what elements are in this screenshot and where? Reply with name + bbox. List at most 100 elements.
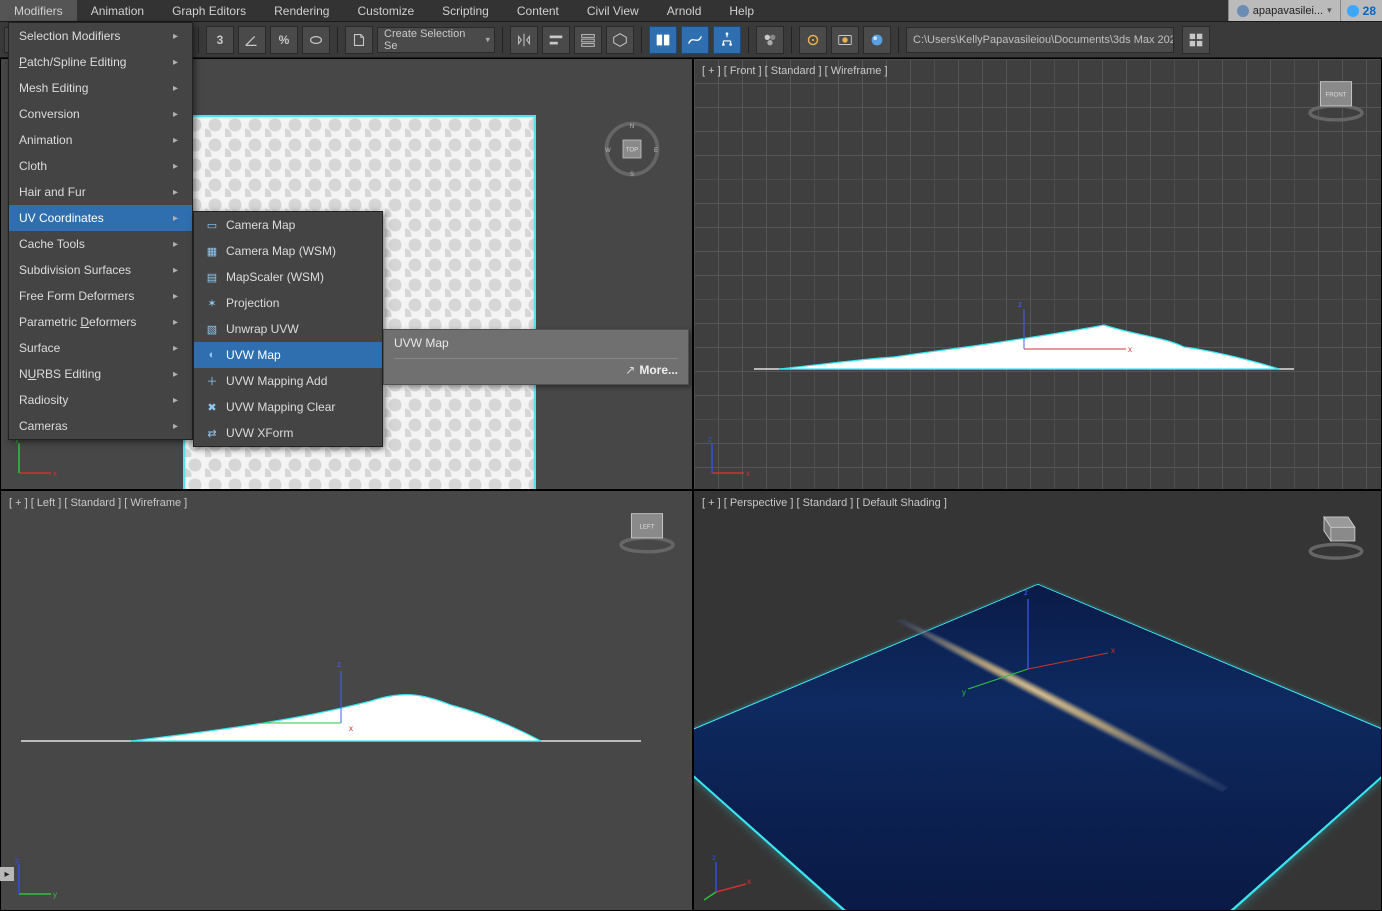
svg-text:S: S (630, 172, 634, 178)
toggle-ribbon-icon[interactable] (649, 26, 677, 54)
menu-arnold[interactable]: Arnold (653, 0, 716, 21)
align-icon[interactable] (542, 26, 570, 54)
viewport-label-left[interactable]: [ + ] [ Left ] [ Standard ] [ Wireframe … (9, 497, 187, 509)
named-set-edit-icon[interactable] (345, 26, 373, 54)
selection-set-dropdown[interactable]: Create Selection Se (377, 27, 495, 53)
viewport-label-perspective[interactable]: [ + ] [ Perspective ] [ Standard ] [ Def… (702, 497, 947, 509)
tooltip-more-link[interactable]: More... (394, 363, 678, 377)
rendered-frame-icon[interactable] (831, 26, 859, 54)
modifiers-item-10[interactable]: Free Form Deformers▸ (9, 283, 192, 309)
modifiers-item-1[interactable]: Patch/Spline Editing▸ (9, 49, 192, 75)
notification-count: 28 (1363, 4, 1376, 18)
modifier-icon: ▦ (204, 243, 220, 259)
modifier-icon: ✶ (204, 295, 220, 311)
uv-item-uvw-xform[interactable]: ⇄UVW XForm (194, 420, 382, 446)
modifiers-item-14[interactable]: Radiosity▸ (9, 387, 192, 413)
modifiers-item-9[interactable]: Subdivision Surfaces▸ (9, 257, 192, 283)
svg-text:z: z (708, 435, 712, 444)
menu-animation[interactable]: Animation (77, 0, 158, 21)
modifiers-item-8[interactable]: Cache Tools▸ (9, 231, 192, 257)
viewcube-left[interactable]: LEFT (612, 505, 672, 565)
angle-snap-icon[interactable] (238, 26, 266, 54)
spinner-snap-icon[interactable] (302, 26, 330, 54)
render-icon[interactable] (863, 26, 891, 54)
uv-item-label: UVW XForm (226, 426, 368, 440)
svg-text:y: y (53, 890, 57, 899)
viewcube-perspective[interactable] (1301, 505, 1361, 565)
modifiers-item-2[interactable]: Mesh Editing▸ (9, 75, 192, 101)
svg-text:z: z (337, 660, 341, 669)
viewport-grid: x y TOP N E S W x y [ + ] [ Front ] [ St… (0, 58, 1382, 911)
modifiers-item-3[interactable]: Conversion▸ (9, 101, 192, 127)
svg-text:z: z (1024, 588, 1028, 597)
material-editor-icon[interactable] (756, 26, 784, 54)
svg-text:x: x (1111, 646, 1115, 655)
user-account-button[interactable]: apapavasilei... ▾ (1228, 0, 1340, 21)
uv-item-camera-map[interactable]: ▭Camera Map (194, 212, 382, 238)
menu-customize[interactable]: Customize (343, 0, 428, 21)
uv-item-label: Camera Map (226, 218, 368, 232)
uv-item-unwrap-uvw[interactable]: ▧Unwrap UVW (194, 316, 382, 342)
modifiers-item-4[interactable]: Animation▸ (9, 127, 192, 153)
viewport-left[interactable]: [ + ] [ Left ] [ Standard ] [ Wireframe … (0, 490, 693, 911)
notification-counter[interactable]: 28 (1340, 0, 1382, 21)
uv-item-uvw-mapping-clear[interactable]: ✖UVW Mapping Clear (194, 394, 382, 420)
modifiers-item-13[interactable]: NURBS Editing▸ (9, 361, 192, 387)
modifiers-item-6[interactable]: Hair and Fur▸ (9, 179, 192, 205)
uvw-map-tooltip: UVW Map More... (383, 329, 689, 385)
uv-item-uvw-mapping-add[interactable]: ＋UVW Mapping Add (194, 368, 382, 394)
svg-text:z: z (712, 854, 716, 862)
workspace-icon[interactable] (1182, 26, 1210, 54)
project-path[interactable]: C:\Users\KellyPapavasileiou\Documents\3d… (906, 27, 1174, 53)
svg-text:FRONT: FRONT (1326, 92, 1347, 98)
uv-item-label: UVW Mapping Add (226, 374, 368, 388)
modifiers-item-11[interactable]: Parametric Deformers▸ (9, 309, 192, 335)
modifiers-item-15[interactable]: Cameras▸ (9, 413, 192, 439)
menu-help[interactable]: Help (715, 0, 768, 21)
modifiers-item-5[interactable]: Cloth▸ (9, 153, 192, 179)
mirror-icon[interactable] (510, 26, 538, 54)
avatar-icon (1237, 5, 1249, 17)
curve-editor-icon[interactable] (681, 26, 709, 54)
uv-item-label: Camera Map (WSM) (226, 244, 368, 258)
axis-tripod-front: x z (704, 433, 752, 481)
percent-snap-icon[interactable]: % (270, 26, 298, 54)
menu-content[interactable]: Content (503, 0, 573, 21)
uv-item-projection[interactable]: ✶ Projection (194, 290, 382, 316)
menu-rendering[interactable]: Rendering (260, 0, 343, 21)
menu-civil-view[interactable]: Civil View (573, 0, 653, 21)
svg-text:TOP: TOP (626, 147, 638, 153)
uv-item-uvw-map[interactable]: ◐UVW Map (194, 342, 382, 368)
uv-item-mapscaler-wsm-[interactable]: ▤MapScaler (WSM) (194, 264, 382, 290)
menu-graph-editors[interactable]: Graph Editors (158, 0, 260, 21)
modifiers-item-0[interactable]: Selection Modifiers▸ (9, 23, 192, 49)
layer-manager-icon[interactable] (574, 26, 602, 54)
svg-text:LEFT: LEFT (640, 524, 655, 530)
svg-text:N: N (630, 124, 634, 130)
clock-icon (1347, 5, 1359, 17)
menu-modifiers[interactable]: Modifiers (0, 0, 77, 21)
uv-item-label: UVW Map (226, 348, 368, 362)
axis-gizmo-perspective: x y z (938, 579, 1138, 739)
snap-toggle-icon[interactable]: 3 (206, 26, 234, 54)
viewport-perspective[interactable]: [ + ] [ Perspective ] [ Standard ] [ Def… (693, 490, 1382, 911)
scene-explorer-icon[interactable] (606, 26, 634, 54)
uv-item-label: Projection (226, 296, 368, 310)
svg-text:x: x (746, 469, 750, 478)
user-name-label: apapavasilei... (1253, 5, 1323, 17)
modifiers-item-12[interactable]: Surface▸ (9, 335, 192, 361)
schematic-view-icon[interactable] (713, 26, 741, 54)
uv-item-camera-map-wsm-[interactable]: ▦ Camera Map (WSM) (194, 238, 382, 264)
axis-tripod-perspective: x z (704, 854, 752, 902)
modifier-icon: ✖ (204, 399, 220, 415)
modifiers-item-7[interactable]: UV Coordinates▸ (9, 205, 192, 231)
terrain-profile-front: x z (694, 271, 1382, 381)
viewcube-front[interactable]: FRONT (1301, 73, 1361, 133)
render-setup-icon[interactable] (799, 26, 827, 54)
modifiers-menu-dropdown: Selection Modifiers▸Patch/Spline Editing… (8, 22, 193, 440)
viewcube-top[interactable]: TOP N E S W (602, 119, 662, 179)
viewport-front[interactable]: [ + ] [ Front ] [ Standard ] [ Wireframe… (693, 58, 1382, 490)
svg-text:z: z (15, 856, 19, 865)
menu-scripting[interactable]: Scripting (428, 0, 503, 21)
edge-expand-button[interactable]: ▸ (0, 867, 14, 881)
